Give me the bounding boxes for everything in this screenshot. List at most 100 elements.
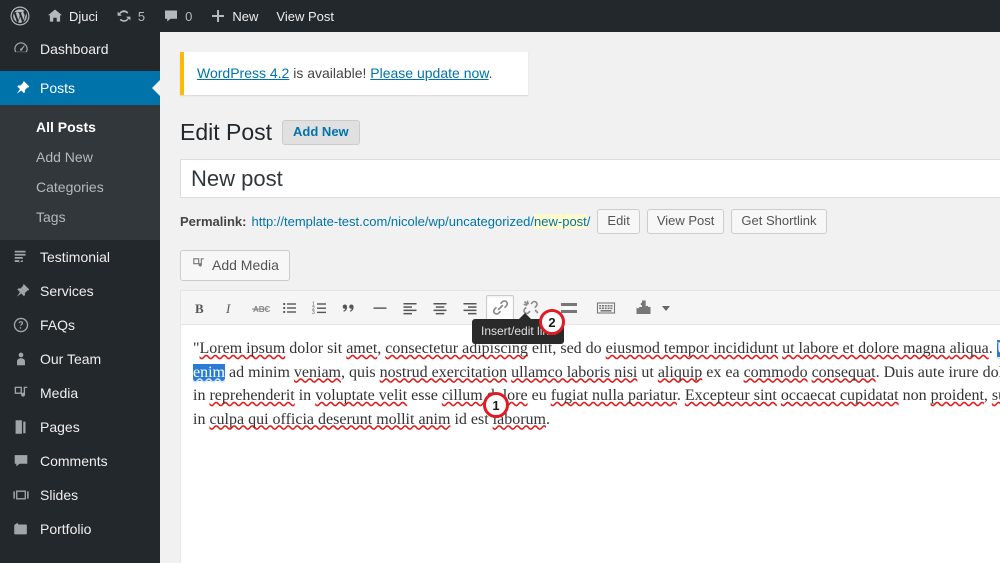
plus-icon [210,8,226,24]
sidebar-item-pages[interactable]: Pages [0,410,160,444]
sidebar-item-our-team-label: Our Team [40,351,102,367]
sidebar-item-services-label: Services [40,283,94,299]
horizontal-rule-icon[interactable] [366,295,394,321]
sidebar-item-categories-label: Categories [36,179,104,195]
sidebar-item-portfolio-label: Portfolio [40,521,92,537]
sidebar-item-our-team[interactable]: Our Team [0,342,160,376]
post-title-input[interactable]: New post [180,159,1000,198]
add-new-button[interactable]: Add New [282,120,360,145]
sidebar-item-testimonial[interactable]: Testimonial [0,240,160,274]
sidebar-item-posts[interactable]: Posts [0,71,160,105]
sidebar-item-testimonial-label: Testimonial [40,249,111,265]
text-run: . [988,340,997,357]
text-run: voluptate velit [315,387,408,404]
annotation-marker-1: 1 [483,392,509,418]
text-run: dolor sit [285,340,347,357]
annotation-marker-2: 2 [539,309,565,335]
adminbar-wordpress-logo[interactable] [0,0,38,32]
bulleted-list-icon[interactable] [276,295,304,321]
sidebar-item-slides[interactable]: Slides [0,478,160,512]
notice-update-link[interactable]: Please update now [370,65,488,81]
permalink-edit-button[interactable]: Edit [597,208,640,234]
numbered-list-icon[interactable]: 1 2 3 [306,295,334,321]
sidebar-item-comments[interactable]: Comments [0,444,160,478]
question-mark-icon [12,316,38,334]
chevron-down-icon[interactable] [658,295,674,321]
sidebar-item-services[interactable]: Services [0,274,160,308]
add-media-button[interactable]: Add Media [180,250,290,281]
align-left-icon[interactable] [396,295,424,321]
text-run: nostrud exercitation [379,363,508,381]
permalink-label: Permalink: [180,213,247,229]
post-title-value: New post [191,165,283,191]
permalink-row: Permalink: http://template-test.com/nico… [180,208,1000,234]
align-center-icon[interactable] [426,295,454,321]
testimonial-icon [12,248,38,266]
adminbar-updates[interactable]: 5 [107,0,154,32]
adminbar-view-post[interactable]: View Post [267,0,343,32]
notice-version-link[interactable]: WordPress 4.2 [197,65,289,81]
sidebar-item-categories[interactable]: Categories [0,172,160,202]
adminbar-site-name[interactable]: Djuci [38,0,107,32]
sidebar-item-all-posts[interactable]: All Posts [0,112,160,142]
text-run: consequat [811,363,876,381]
sidebar-item-faqs-label: FAQs [40,317,76,333]
text-run: proident [930,387,984,404]
adminbar-comments[interactable]: 0 [154,0,201,32]
sidebar-item-portfolio[interactable]: Portfolio [0,512,160,546]
strikethrough-icon[interactable]: ABC [246,295,274,321]
text-run: ullamco laboris nisi [511,363,638,381]
bold-icon[interactable]: B [186,295,214,321]
adminbar-comments-count: 0 [185,8,193,24]
editor-toolbar: B I ABC 1 2 3 Insert/edit link [181,291,1000,344]
media-icon [191,256,206,274]
text-run: eu [527,387,551,404]
text-run: in [294,387,316,404]
text-run: , [983,387,992,404]
pin-icon [12,79,38,97]
add-media-label: Add Media [212,257,279,273]
text-run: . [676,387,685,404]
text-run: aliquip [657,363,703,381]
svg-text:I: I [225,301,231,316]
annotation-marker-2-label: 2 [548,314,556,330]
permalink-url-prefix[interactable]: http://template-test.com/nicole/wp/uncat… [251,214,534,229]
text-run: id est [450,410,489,428]
blockquote-icon[interactable] [336,295,364,321]
permalink-get-shortlink-button[interactable]: Get Shortlink [731,208,827,234]
text-run: Lorem ipsum [199,340,286,357]
portfolio-icon [12,520,38,538]
sidebar-item-media[interactable]: Media [0,376,160,410]
text-run: in [193,410,210,428]
sidebar-item-add-new[interactable]: Add New [0,142,160,172]
admin-bar: Djuci 5 0 New View Post [0,0,1000,32]
text-run: ex ea [702,363,744,381]
admin-sidebar: Dashboard Posts All Posts Add New Catego… [0,32,160,563]
text-run: ad minim [225,363,294,381]
text-run: eiusmod tempor incididunt [605,340,779,357]
media-icon [12,384,38,402]
text-run: veniam [293,363,341,381]
permalink-slug[interactable]: new-post [534,213,587,229]
sidebar-item-tags-label: Tags [36,209,66,225]
text-run: Excepteur sint [684,387,777,404]
sidebar-item-tags[interactable]: Tags [0,202,160,232]
sidebar-item-all-posts-label: All Posts [36,119,96,135]
permalink-view-post-button[interactable]: View Post [646,208,725,234]
sidebar-item-media-label: Media [40,385,79,401]
adminbar-new-content[interactable]: New [201,0,267,32]
sidebar-item-dashboard[interactable]: Dashboard [0,32,160,66]
text-run: aliqua [949,340,989,357]
insert-link-icon[interactable] [486,294,514,321]
editor-content-area[interactable]: "Lorem ipsum dolor sit amet, consectetur… [181,325,1000,563]
editor-paragraph: "Lorem ipsum dolor sit amet, consectetur… [193,337,1000,431]
sidebar-submenu-posts: All Posts Add New Categories Tags [0,105,160,240]
text-run: . [545,410,550,428]
toolbar-toggle-icon[interactable] [592,295,620,321]
italic-icon[interactable]: I [216,295,244,321]
updates-icon [116,8,132,24]
sidebar-item-faqs[interactable]: FAQs [0,308,160,342]
align-right-icon[interactable] [456,295,484,321]
wordpress-logo-icon [10,6,30,26]
plugin-icon[interactable] [629,295,657,321]
